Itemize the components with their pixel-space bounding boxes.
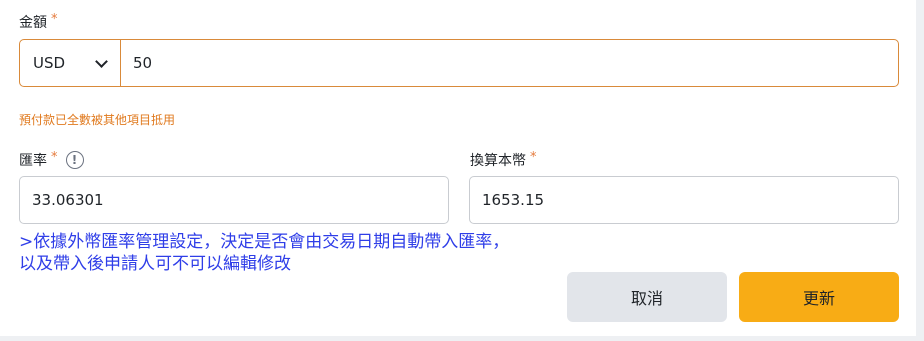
amount-required-mark: *	[51, 11, 58, 27]
exchange-rate-note: >依據外幣匯率管理設定，決定是否會由交易日期自動帶入匯率， 以及帶入後申請人可不…	[19, 231, 509, 275]
amount-input[interactable]	[121, 40, 898, 86]
cancel-button[interactable]: 取消	[567, 272, 727, 322]
amount-label: 金額 *	[19, 12, 58, 32]
exchange-rate-required-mark: *	[51, 149, 58, 165]
converted-amount-required-mark: *	[530, 149, 537, 165]
amount-input-group: USD	[19, 39, 899, 87]
exchange-rate-input[interactable]	[19, 176, 449, 224]
converted-amount-input[interactable]	[469, 176, 899, 224]
currency-select[interactable]: USD	[20, 40, 121, 86]
converted-amount-label: 換算本幣 *	[470, 150, 537, 170]
update-button[interactable]: 更新	[739, 272, 899, 322]
exchange-rate-label: 匯率 * !	[19, 150, 84, 170]
amount-label-text: 金額	[19, 15, 47, 31]
bottom-divider	[0, 336, 924, 341]
info-icon[interactable]: !	[65, 151, 84, 169]
currency-value: USD	[33, 54, 66, 72]
note-line-1: >依據外幣匯率管理設定，決定是否會由交易日期自動帶入匯率，	[19, 232, 510, 252]
exchange-rate-label-text: 匯率	[19, 153, 47, 169]
note-line-2: 以及帶入後申請人可不可以編輯修改	[19, 254, 291, 274]
prepayment-warning: 預付款已全數被其他項目抵用	[19, 113, 176, 127]
chevron-down-icon	[96, 58, 106, 68]
scroll-rail	[916, 0, 924, 341]
converted-amount-label-text: 換算本幣	[470, 153, 526, 169]
